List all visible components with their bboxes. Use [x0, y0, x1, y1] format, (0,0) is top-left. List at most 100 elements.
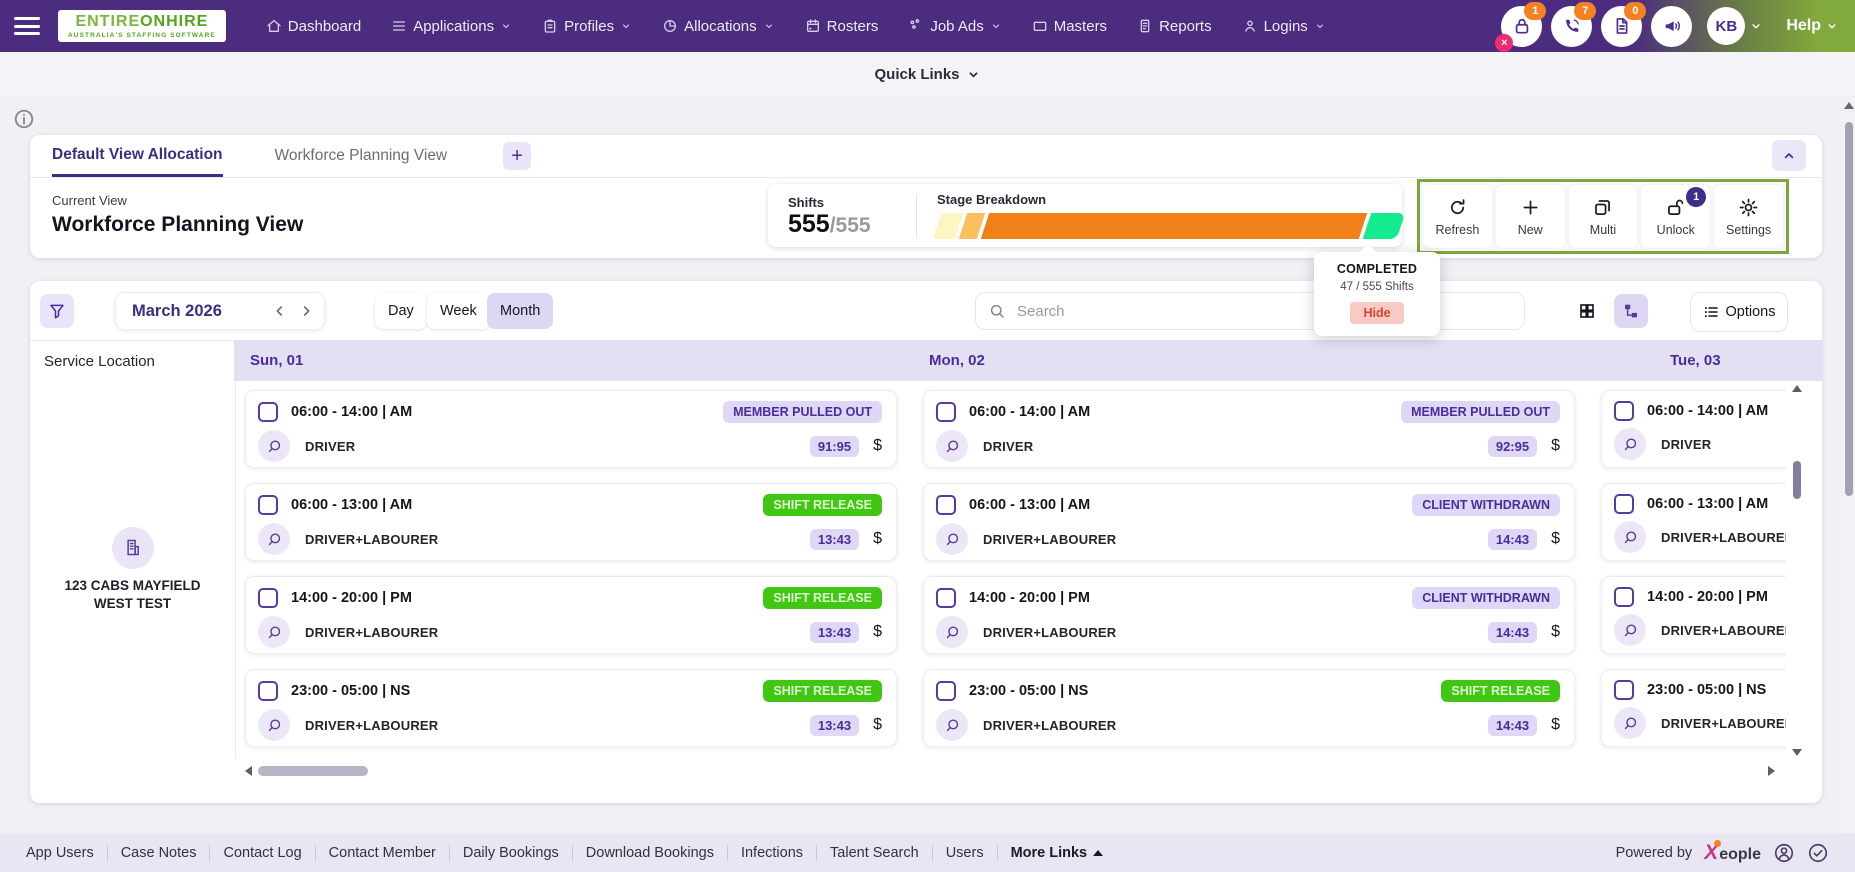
filter-button[interactable]: [40, 294, 74, 328]
help-menu[interactable]: Help: [1786, 17, 1839, 35]
options-button[interactable]: Options: [1690, 292, 1788, 332]
shift-card[interactable]: 14:00 - 20:00 | PMCLIENT WITHDRAWNDRIVER…: [923, 576, 1575, 654]
shift-search-button[interactable]: [936, 523, 968, 555]
shift-checkbox[interactable]: [258, 402, 278, 422]
stage-yellow[interactable]: [933, 213, 963, 239]
footer-link-daily-bookings[interactable]: Daily Bookings: [463, 845, 559, 861]
shift-card[interactable]: 06:00 - 14:00 | AMMEMBER PULLED OUTDRIVE…: [245, 390, 897, 468]
footer-link-case-notes[interactable]: Case Notes: [121, 845, 197, 861]
settings-button[interactable]: Settings: [1714, 185, 1783, 248]
shift-search-button[interactable]: [936, 430, 968, 462]
shift-checkbox[interactable]: [258, 681, 278, 701]
dollar-icon[interactable]: $: [1551, 437, 1560, 455]
grid-view-toggle[interactable]: [1570, 294, 1604, 328]
more-links-button[interactable]: More Links: [1011, 845, 1104, 861]
footer-link-infections[interactable]: Infections: [741, 845, 803, 861]
shift-search-button[interactable]: [1614, 614, 1646, 646]
megaphone-button[interactable]: [1651, 6, 1692, 47]
shift-card[interactable]: 14:00 - 20:00 | PMDRIVER+LABOURER: [1601, 576, 1786, 654]
shift-checkbox[interactable]: [936, 402, 956, 422]
tree-view-toggle[interactable]: [1614, 294, 1648, 328]
profile-circle-icon[interactable]: [1773, 842, 1795, 864]
shift-search-button[interactable]: [1614, 521, 1646, 553]
footer-link-contact-log[interactable]: Contact Log: [223, 845, 301, 861]
dollar-icon[interactable]: $: [1551, 716, 1560, 734]
nav-item-dashboard[interactable]: Dashboard: [266, 18, 361, 35]
nav-item-rosters[interactable]: Rosters: [805, 18, 879, 35]
tab-default-view-allocation[interactable]: Default View Allocation: [52, 135, 223, 177]
shift-checkbox[interactable]: [258, 495, 278, 515]
shift-card[interactable]: 14:00 - 20:00 | PMSHIFT RELEASEDRIVER+LA…: [245, 576, 897, 654]
scroll-right-arrow[interactable]: [1768, 766, 1775, 776]
info-icon[interactable]: [13, 108, 35, 130]
phone-button[interactable]: 7: [1551, 6, 1592, 47]
shift-card[interactable]: 23:00 - 05:00 | NSDRIVER+LABOURER: [1601, 669, 1786, 747]
collapse-panel-button[interactable]: [1772, 140, 1806, 171]
footer-link-contact-member[interactable]: Contact Member: [329, 845, 436, 861]
next-period-button[interactable]: [298, 303, 314, 319]
dollar-icon[interactable]: $: [873, 437, 882, 455]
shift-search-button[interactable]: [258, 709, 290, 741]
new-button[interactable]: New: [1496, 185, 1565, 248]
shift-card[interactable]: 23:00 - 05:00 | NSSHIFT RELEASEDRIVER+LA…: [245, 669, 897, 747]
hamburger-menu-icon[interactable]: [14, 17, 40, 35]
vertical-scrollbar[interactable]: [1790, 385, 1804, 756]
app-logo[interactable]: ENTIREONHIRE AUSTRALIA'S STAFFING SOFTWA…: [58, 10, 226, 43]
page-scroll-up-arrow[interactable]: [1844, 102, 1854, 109]
unlock-button[interactable]: Unlock1: [1641, 185, 1710, 248]
tab-workforce-planning-view[interactable]: Workforce Planning View: [275, 135, 448, 177]
footer-link-users[interactable]: Users: [946, 845, 984, 861]
shift-search-button[interactable]: [1614, 707, 1646, 739]
dollar-icon[interactable]: $: [873, 530, 882, 548]
nav-item-logins[interactable]: Logins: [1242, 18, 1326, 35]
shift-checkbox[interactable]: [1614, 494, 1634, 514]
scroll-up-arrow[interactable]: [1792, 385, 1802, 392]
footer-link-app-users[interactable]: App Users: [26, 845, 94, 861]
user-menu[interactable]: KB: [1707, 7, 1763, 45]
shift-search-button[interactable]: [258, 616, 290, 648]
page-scrollbar[interactable]: [1843, 98, 1855, 833]
lock-button[interactable]: 1×: [1501, 6, 1542, 47]
xeople-logo[interactable]: Xeople: [1704, 842, 1761, 864]
add-view-tab-button[interactable]: +: [503, 142, 531, 170]
nav-item-masters[interactable]: Masters: [1032, 18, 1107, 35]
stage-orange[interactable]: [981, 213, 1367, 239]
shift-checkbox[interactable]: [258, 588, 278, 608]
shift-checkbox[interactable]: [1614, 680, 1634, 700]
horizontal-scrollbar[interactable]: [245, 765, 1775, 777]
shift-card[interactable]: 06:00 - 13:00 | AMSHIFT RELEASEDRIVER+LA…: [245, 483, 897, 561]
nav-item-job-ads[interactable]: Job Ads: [908, 18, 1001, 35]
dollar-icon[interactable]: $: [1551, 530, 1560, 548]
shift-checkbox[interactable]: [936, 681, 956, 701]
stage-completed-green[interactable]: [1363, 213, 1405, 239]
shift-checkbox[interactable]: [936, 588, 956, 608]
footer-link-download-bookings[interactable]: Download Bookings: [586, 845, 714, 861]
horizontal-scroll-thumb[interactable]: [258, 766, 368, 776]
view-week-button[interactable]: Week: [427, 293, 490, 329]
previous-period-button[interactable]: [272, 303, 288, 319]
refresh-button[interactable]: Refresh: [1423, 185, 1492, 248]
vertical-scroll-thumb[interactable]: [1793, 461, 1801, 499]
footer-link-talent-search[interactable]: Talent Search: [830, 845, 919, 861]
check-circle-icon[interactable]: [1807, 842, 1829, 864]
file-button[interactable]: 0: [1601, 6, 1642, 47]
scroll-left-arrow[interactable]: [245, 766, 252, 776]
scroll-down-arrow[interactable]: [1792, 749, 1802, 756]
page-scroll-thumb[interactable]: [1845, 122, 1853, 496]
view-month-button[interactable]: Month: [487, 293, 553, 329]
hide-tooltip-button[interactable]: Hide: [1350, 302, 1403, 324]
quick-links-bar[interactable]: Quick Links: [0, 52, 1855, 96]
shift-checkbox[interactable]: [1614, 587, 1634, 607]
nav-item-reports[interactable]: Reports: [1137, 18, 1212, 35]
shift-search-button[interactable]: [936, 616, 968, 648]
dollar-icon[interactable]: $: [873, 716, 882, 734]
shift-card[interactable]: 06:00 - 13:00 | AMCLIENT WITHDRAWNDRIVER…: [923, 483, 1575, 561]
view-day-button[interactable]: Day: [375, 293, 427, 329]
shift-card[interactable]: 06:00 - 14:00 | AMDRIVER: [1601, 390, 1786, 468]
avatar[interactable]: KB: [1707, 7, 1745, 45]
shift-search-button[interactable]: [258, 430, 290, 462]
shift-search-button[interactable]: [1614, 428, 1646, 460]
multi-button[interactable]: Multi: [1569, 185, 1638, 248]
shift-card[interactable]: 06:00 - 13:00 | AMDRIVER+LABOURER: [1601, 483, 1786, 561]
nav-item-allocations[interactable]: Allocations: [662, 18, 775, 35]
